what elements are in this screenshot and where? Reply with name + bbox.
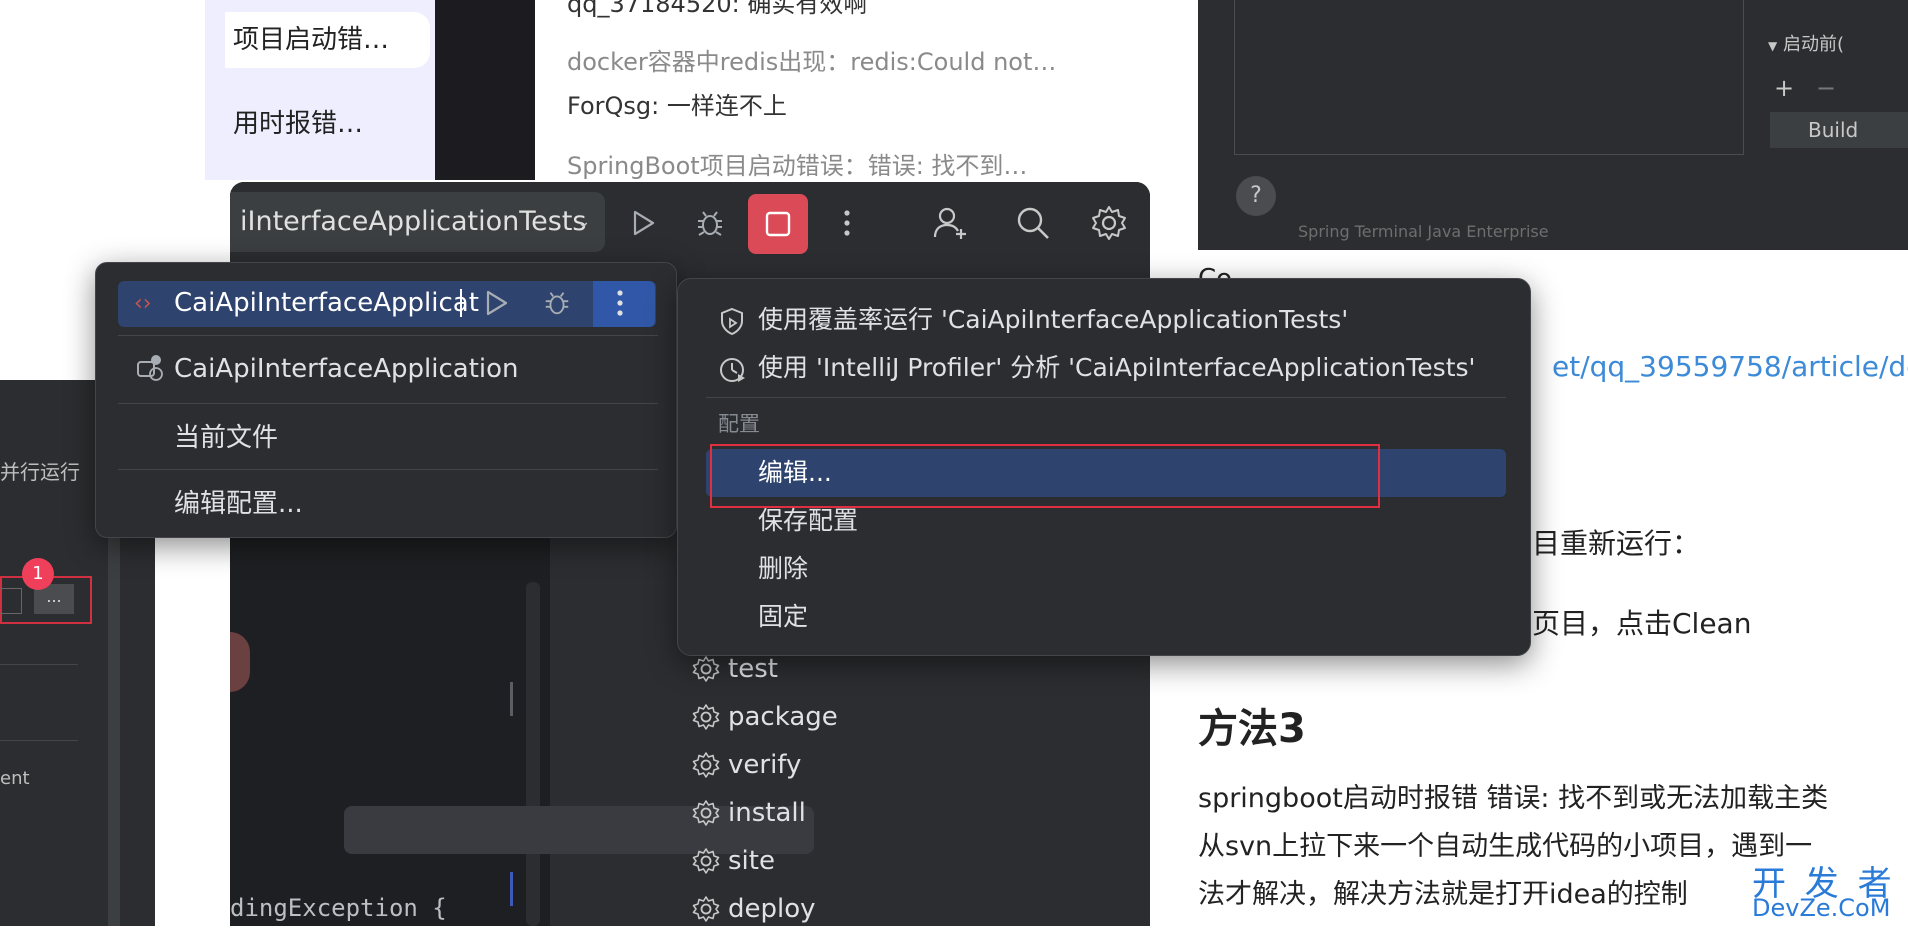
article-text: 页目，点击Clean bbox=[1532, 607, 1752, 640]
blog-sidebar-item[interactable]: 项目启动错… bbox=[225, 12, 430, 68]
chevron-down-icon: ⌄ bbox=[575, 211, 591, 232]
run-config-item-tests[interactable]: ‹› CaiApiInterfaceApplicat bbox=[96, 271, 676, 335]
more-options-icon[interactable] bbox=[820, 196, 874, 250]
search-icon[interactable] bbox=[1006, 196, 1060, 250]
screenshot-tab-strip: Spring Terminal Java Enterprise bbox=[1298, 222, 1549, 241]
add-user-icon[interactable] bbox=[924, 196, 978, 250]
run-config-item-app[interactable]: CaiApiInterfaceApplication bbox=[96, 337, 676, 401]
maven-goal-verify[interactable]: verify bbox=[692, 741, 801, 789]
gear-icon bbox=[692, 704, 720, 730]
test-class-icon: ‹› bbox=[134, 290, 152, 316]
run-icon[interactable] bbox=[482, 288, 510, 325]
run-config-dropdown[interactable]: iInterfaceApplicationTests ⌄ bbox=[230, 192, 605, 252]
comment-text: qq_37184520: 确实有效啊 bbox=[567, 0, 868, 18]
save-config-item[interactable]: 保存配置 bbox=[678, 498, 1530, 544]
parallel-run-label: 并行运行 bbox=[0, 460, 80, 484]
divider bbox=[0, 664, 78, 665]
blog-sidebar-item[interactable]: 用时报错… bbox=[225, 96, 363, 152]
gear-icon bbox=[692, 752, 720, 778]
gear-icon[interactable] bbox=[1082, 196, 1136, 250]
recent-comments-panel: qq_37184520: 确实有效啊 docker容器中redis出现：redi… bbox=[535, 0, 1135, 180]
pin-config-item[interactable]: 固定 bbox=[678, 594, 1530, 640]
run-config-item-current-file[interactable]: 当前文件 bbox=[96, 403, 676, 467]
gear-icon bbox=[692, 800, 720, 826]
article-paragraph: 法才解决，解决方法就是打开idea的控制 bbox=[1198, 879, 1688, 910]
divider bbox=[706, 397, 1506, 398]
avatar bbox=[230, 632, 250, 692]
gear-icon bbox=[692, 848, 720, 874]
spring-app-icon bbox=[134, 350, 166, 389]
gear-icon bbox=[692, 656, 720, 682]
profiler-icon bbox=[718, 353, 748, 399]
help-icon: ? bbox=[1236, 176, 1276, 216]
before-launch-label: ▼ 启动前( bbox=[1768, 34, 1844, 55]
code-line: dingException { bbox=[230, 894, 447, 922]
comment-article-link[interactable]: docker容器中redis出现：redis:Could not… bbox=[567, 42, 1056, 77]
step-badge: 1 bbox=[22, 558, 54, 590]
debug-icon[interactable] bbox=[683, 196, 737, 250]
run-config-popup: ‹› CaiApiInterfaceApplicat CaiApiInterfa… bbox=[95, 262, 677, 538]
more-options-icon[interactable] bbox=[615, 287, 625, 326]
scrollbar[interactable] bbox=[108, 536, 120, 926]
input-field-fragment[interactable] bbox=[0, 588, 22, 614]
comment-article-link[interactable]: SpringBoot项目启动错误：错误: 找不到… bbox=[567, 146, 1027, 180]
run-config-name: iInterfaceApplicationTests bbox=[240, 206, 587, 237]
article-paragraph: 从svn上拉下来一个自动生成代码的小项目，遇到一 bbox=[1198, 831, 1813, 862]
article-ide-screenshot: ▼ 启动前( + − Build ? Spring Terminal Java … bbox=[1198, 0, 1908, 250]
article-link[interactable]: et/qq_39559758/article/deta bbox=[1552, 350, 1908, 383]
screenshot-panel bbox=[1234, 0, 1744, 155]
add-icon: + bbox=[1774, 74, 1795, 102]
maven-lifecycle-list: test package verify install site deploy bbox=[574, 654, 1134, 926]
run-icon[interactable] bbox=[616, 196, 670, 250]
maven-goal-site[interactable]: site bbox=[692, 837, 775, 885]
dark-background-strip bbox=[435, 0, 535, 180]
stop-button[interactable] bbox=[748, 194, 808, 254]
text-cursor bbox=[460, 289, 462, 317]
blog-sidebar: 项目启动错… 用时报错… bbox=[205, 0, 435, 180]
comment-text: ForQsg: 一样连不上 bbox=[567, 92, 787, 120]
edit-configurations-item[interactable]: 编辑配置... bbox=[96, 469, 676, 533]
maven-goal-install[interactable]: install bbox=[692, 789, 806, 837]
run-with-coverage-item[interactable]: 使用覆盖率运行 'CaiApiInterfaceApplicationTests… bbox=[678, 297, 1530, 343]
remove-icon: − bbox=[1816, 74, 1837, 102]
article-heading: 方法3 bbox=[1198, 706, 1306, 752]
settings-text: ent bbox=[0, 768, 30, 789]
debug-icon[interactable] bbox=[542, 287, 572, 326]
profiler-item[interactable]: 使用 'IntelliJ Profiler' 分析 'CaiApiInterfa… bbox=[678, 345, 1530, 391]
article-paragraph: springboot启动时报错 错误: 找不到或无法加载主类 bbox=[1198, 783, 1829, 814]
gear-icon bbox=[692, 896, 720, 922]
config-actions-popup: 使用覆盖率运行 'CaiApiInterfaceApplicationTests… bbox=[677, 278, 1531, 656]
divider bbox=[0, 740, 78, 741]
watermark-en: DevZe.CoM bbox=[1752, 894, 1891, 922]
divider bbox=[118, 335, 658, 336]
gutter-marker bbox=[510, 872, 513, 906]
delete-config-item[interactable]: 删除 bbox=[678, 546, 1530, 592]
build-step: Build bbox=[1770, 112, 1908, 148]
scrollbar[interactable] bbox=[526, 582, 540, 926]
maven-goal-package[interactable]: package bbox=[692, 693, 838, 741]
ide-toolbar: iInterfaceApplicationTests ⌄ bbox=[230, 182, 1150, 262]
article-text: 目重新运行： bbox=[1532, 527, 1701, 560]
gutter-marker bbox=[510, 682, 513, 716]
section-label: 配置 bbox=[718, 412, 760, 436]
